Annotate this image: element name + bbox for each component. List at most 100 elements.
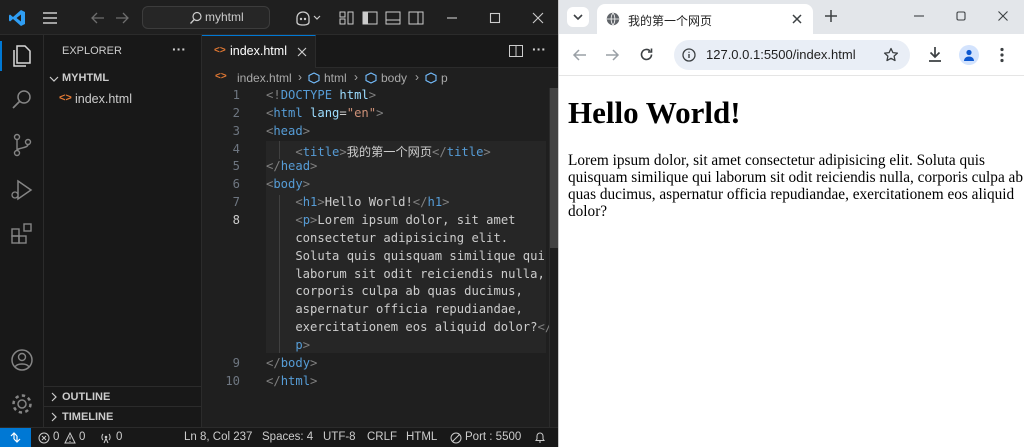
run-debug-icon[interactable] [9, 177, 35, 203]
encoding[interactable]: UTF-8 [323, 431, 356, 443]
code-line: <body> [266, 177, 310, 191]
code-token: DOCTYPE [280, 88, 333, 102]
customize-layout-icon[interactable] [338, 9, 356, 27]
menu-icon[interactable] [41, 9, 59, 27]
code-token: head [280, 159, 311, 174]
back-arrow-icon[interactable] [89, 9, 107, 27]
command-center-search[interactable]: myhtml [142, 6, 270, 29]
breadcrumb-body[interactable]: body [381, 71, 407, 85]
code-line: <!DOCTYPE html> [266, 88, 376, 102]
tab-search-button[interactable] [567, 7, 589, 27]
maximize-icon[interactable] [954, 9, 968, 23]
editor-more-button[interactable]: ··· [532, 41, 546, 57]
scrollbar-thumb[interactable] [550, 88, 558, 248]
bell-icon[interactable] [534, 431, 546, 444]
kebab-menu-icon[interactable] [999, 47, 1005, 63]
line-number: 4 [232, 141, 240, 156]
code-line: <p>Lorem ipsum dolor, sit amet [266, 213, 515, 227]
line-number: 2 [232, 105, 240, 120]
code-token: > [302, 337, 311, 352]
breadcrumb: <> index.html › html › body › p [202, 68, 558, 88]
back-arrow-icon[interactable] [572, 48, 587, 62]
code-line: <head> [266, 124, 310, 138]
folder-header[interactable]: MYHTML [44, 70, 202, 88]
breadcrumb-html[interactable]: html [324, 71, 347, 85]
reload-icon[interactable] [639, 47, 654, 62]
line-ending[interactable]: CRLF [367, 431, 397, 443]
source-control-icon[interactable] [9, 132, 35, 158]
cursor-position[interactable]: Ln 8, Col 237 [184, 431, 252, 443]
line-number: 3 [232, 123, 240, 138]
warning-count[interactable]: 0 [79, 431, 85, 443]
forward-arrow-icon[interactable] [113, 9, 131, 27]
close-icon[interactable] [529, 9, 547, 27]
page-paragraph: Lorem ipsum dolor, sit amet consectetur … [568, 152, 1024, 220]
profile-icon[interactable] [959, 45, 979, 65]
vscode-titlebar: myhtml [0, 0, 558, 35]
explorer-title: EXPLORER [62, 45, 122, 57]
minimize-icon[interactable] [443, 9, 461, 27]
breadcrumb-separator: › [298, 70, 302, 84]
broadcast-icon[interactable] [100, 432, 112, 444]
maximize-icon[interactable] [486, 9, 504, 27]
indentation[interactable]: Spaces: 4 [262, 431, 313, 443]
close-icon[interactable] [296, 46, 308, 58]
split-editor-icon[interactable] [508, 43, 524, 59]
warning-icon[interactable] [64, 432, 76, 444]
explorer-more-button[interactable]: ··· [172, 41, 186, 57]
minimize-icon[interactable] [912, 9, 926, 23]
toggle-sidebar-icon[interactable] [361, 9, 379, 27]
code-line: laborum sit odit reiciendis nulla, [266, 267, 544, 281]
search-icon[interactable] [9, 87, 35, 113]
code-line: <h1>Hello World!</h1> [266, 195, 449, 210]
live-server-icon[interactable] [450, 432, 462, 444]
address-bar[interactable]: 127.0.0.1:5500/index.html [674, 40, 910, 70]
breadcrumb-file[interactable]: index.html [237, 71, 292, 85]
code-token: > [310, 355, 318, 370]
files-icon[interactable] [9, 43, 35, 69]
language-mode[interactable]: HTML [406, 431, 437, 443]
file-item[interactable]: <> index.html [44, 90, 202, 110]
timeline-section[interactable]: TIMELINE [44, 406, 202, 427]
copilot-icon[interactable] [294, 9, 324, 27]
error-count[interactable]: 0 [53, 431, 59, 443]
code-line: </head> [266, 159, 317, 173]
download-icon[interactable] [927, 46, 943, 63]
live-server-port[interactable]: Port : 5500 [465, 431, 521, 443]
account-icon[interactable] [9, 347, 35, 373]
ports-count[interactable]: 0 [116, 431, 122, 443]
chevron-down-icon [573, 14, 583, 21]
code-token: > [302, 177, 311, 192]
code-line: <title>我的第一个网页</title> [266, 142, 490, 160]
search-text: myhtml [205, 10, 244, 24]
new-tab-icon[interactable] [824, 9, 838, 23]
error-icon[interactable] [38, 432, 50, 444]
remote-indicator[interactable] [0, 428, 31, 447]
code-editor[interactable]: 1 <!DOCTYPE html> 2 <html lang="en"> 3 <head>… [202, 88, 558, 427]
outline-section[interactable]: OUTLINE [44, 386, 202, 406]
code-line: consectetur adipisicing elit. [266, 231, 508, 245]
chrome-window: 我的第一个网页 127.0.0.1:5500/index.html Hello … [558, 0, 1024, 447]
breadcrumb-p[interactable]: p [441, 71, 448, 85]
code-token: html [273, 105, 303, 120]
forward-arrow-icon[interactable] [605, 48, 620, 62]
settings-icon[interactable] [9, 391, 35, 417]
browser-tab[interactable]: 我的第一个网页 [597, 4, 813, 34]
toggle-secondary-sidebar-icon[interactable] [407, 9, 425, 27]
code-token: </ [266, 159, 281, 174]
scrollbar-track[interactable] [549, 88, 558, 427]
extensions-icon[interactable] [9, 221, 35, 247]
code-token: > [376, 105, 384, 120]
info-icon[interactable] [682, 48, 696, 62]
close-icon[interactable] [791, 13, 803, 25]
tab-index-html[interactable]: <> index.html [202, 35, 316, 68]
toggle-panel-icon[interactable] [384, 9, 402, 27]
code-line: aspernatur officia repudiandae, [266, 302, 522, 316]
page-heading: Hello World! [568, 95, 741, 130]
close-icon[interactable] [996, 9, 1010, 23]
code-line: p> [266, 338, 310, 352]
code-token: Hello World! [324, 195, 413, 210]
code-line: Soluta quis quisquam similique qui [266, 249, 544, 263]
star-icon[interactable] [883, 47, 899, 63]
